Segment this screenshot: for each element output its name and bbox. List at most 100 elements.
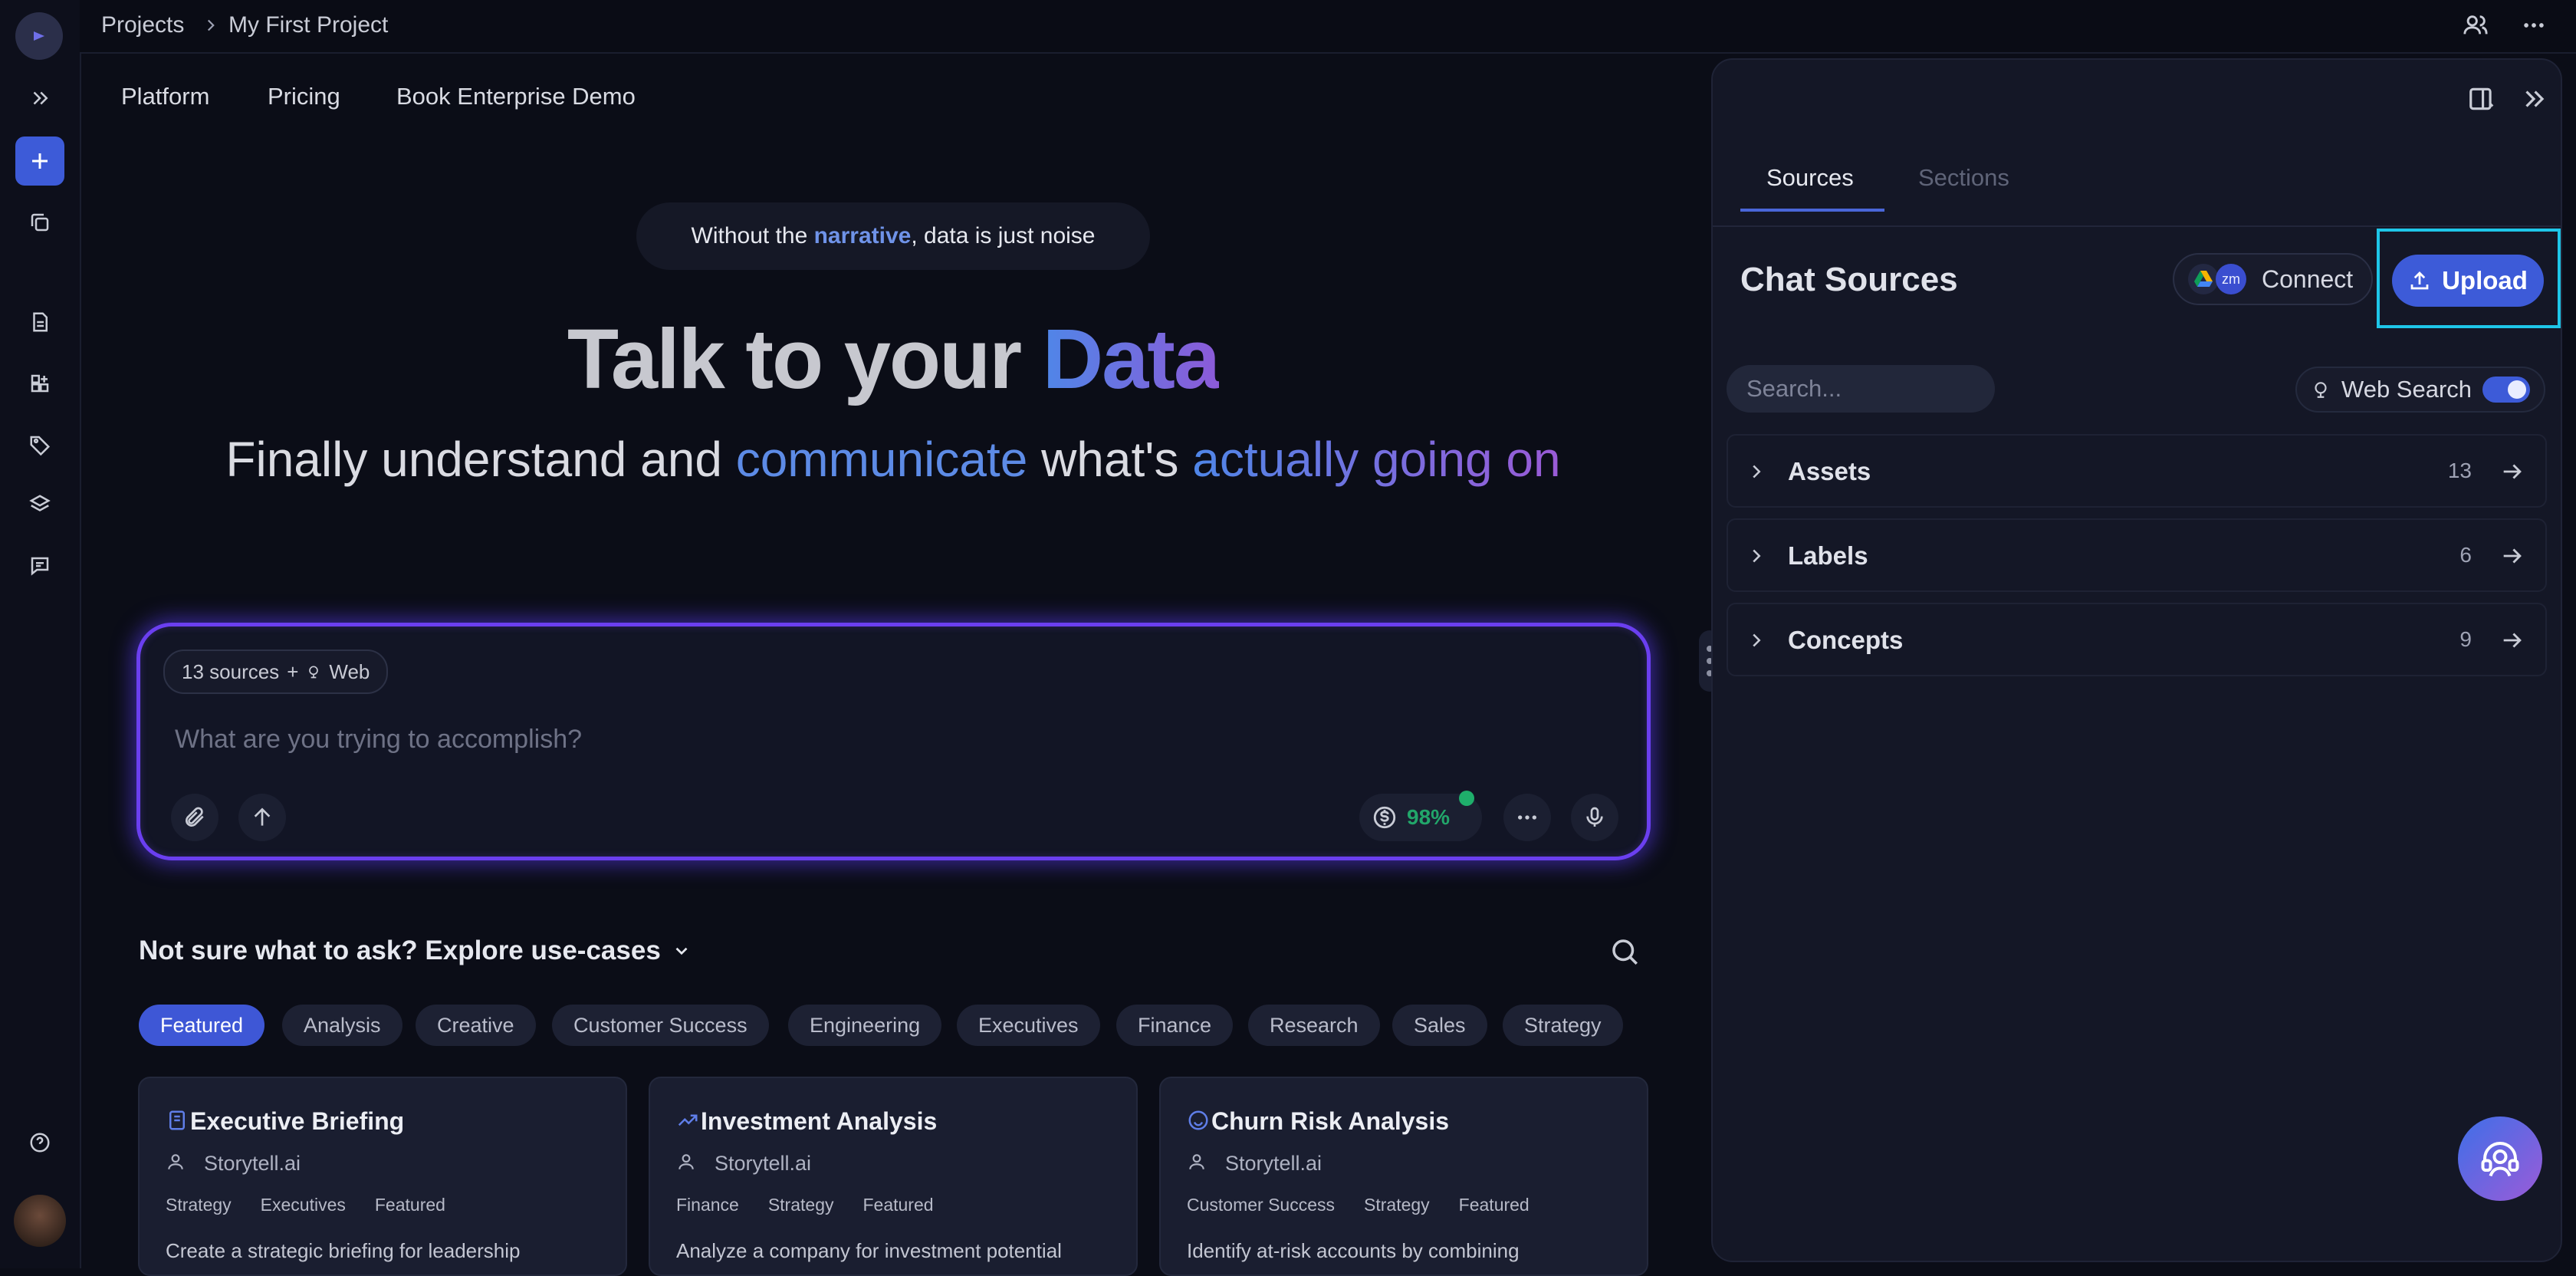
section-label: Assets: [1788, 457, 1871, 485]
tag-strategy[interactable]: Strategy: [1503, 1005, 1623, 1046]
usecase-card-investment-analysis[interactable]: Investment Analysis Storytell.ai Finance…: [649, 1077, 1138, 1276]
tag-executives[interactable]: Executives: [957, 1005, 1100, 1046]
expand-icon[interactable]: [21, 80, 58, 117]
section-concepts[interactable]: Concepts 9: [1727, 603, 2547, 676]
tag-analysis[interactable]: Analysis: [282, 1005, 402, 1046]
web-search-label: Web Search: [2341, 376, 2472, 403]
section-count: 6: [2459, 543, 2472, 567]
support-chat-button[interactable]: [2458, 1116, 2542, 1201]
tab-sections[interactable]: Sections: [1918, 164, 2009, 192]
tagline-text-2: , data is just noise: [911, 223, 1096, 248]
nav-pricing[interactable]: Pricing: [268, 83, 340, 110]
section-count: 9: [2459, 627, 2472, 651]
paperclip-icon: [182, 805, 207, 830]
arrow-right-icon[interactable]: [2499, 543, 2525, 569]
users-icon[interactable]: [2463, 12, 2489, 38]
card-author: Storytell.ai: [1225, 1152, 1322, 1175]
help-icon[interactable]: [21, 1124, 58, 1161]
connect-button[interactable]: zm Connect: [2173, 253, 2374, 305]
web-label: Web: [329, 659, 370, 683]
subheadline-part-1: Finally understand and: [225, 432, 736, 487]
ellipsis-icon: [1515, 805, 1539, 830]
card-author: Storytell.ai: [204, 1152, 301, 1175]
search-icon[interactable]: [1608, 936, 1641, 968]
tag-sales[interactable]: Sales: [1392, 1005, 1487, 1046]
card-tag: Strategy: [166, 1195, 232, 1215]
upload-icon: [2408, 269, 2431, 292]
more-button[interactable]: [1503, 794, 1551, 841]
card-title: Executive Briefing: [190, 1107, 405, 1135]
upload-button[interactable]: Upload: [2392, 255, 2544, 307]
card-title: Churn Risk Analysis: [1211, 1107, 1450, 1135]
tagline-pill: Without the narrative , data is just noi…: [636, 202, 1150, 270]
prompt-placeholder[interactable]: What are you trying to accomplish?: [175, 725, 582, 755]
google-drive-icon: [2188, 264, 2219, 294]
tag-customer-success[interactable]: Customer Success: [552, 1005, 769, 1046]
tagline-text-1: Without the: [691, 223, 814, 248]
arrow-right-icon[interactable]: [2499, 627, 2525, 653]
new-chat-button[interactable]: [15, 136, 64, 186]
subheadline-part-4: actually going on: [1192, 432, 1561, 487]
headset-icon: [2477, 1136, 2523, 1182]
user-avatar[interactable]: [14, 1195, 66, 1247]
usecase-card-executive-briefing[interactable]: Executive Briefing Storytell.ai Strategy…: [138, 1077, 627, 1276]
voice-button[interactable]: [1571, 794, 1618, 841]
tag-research[interactable]: Research: [1248, 1005, 1380, 1046]
tag-finance[interactable]: Finance: [1116, 1005, 1234, 1046]
tag-featured[interactable]: Featured: [139, 1005, 265, 1046]
send-button[interactable]: [238, 794, 286, 841]
connect-label: Connect: [2262, 265, 2354, 293]
usecase-card-churn-risk[interactable]: Churn Risk Analysis Storytell.ai Custome…: [1159, 1077, 1648, 1276]
active-tab-indicator: [1740, 209, 1884, 212]
toggle-switch[interactable]: [2482, 377, 2531, 403]
card-tag: Customer Success: [1187, 1195, 1336, 1215]
collapse-panel-icon[interactable]: [2519, 84, 2548, 113]
section-labels[interactable]: Labels 6: [1727, 518, 2547, 592]
panel-layout-icon[interactable]: [2467, 84, 2496, 113]
dollar-icon: [1372, 804, 1398, 830]
tag-engineering[interactable]: Engineering: [788, 1005, 942, 1046]
user-icon: [1187, 1152, 1207, 1172]
card-tag: Strategy: [1364, 1195, 1430, 1215]
headline-accent: Data: [1042, 312, 1221, 406]
sources-search-input[interactable]: Search...: [1727, 365, 1995, 413]
arrow-right-icon[interactable]: [2499, 459, 2525, 485]
credit-indicator[interactable]: 98%: [1359, 791, 1482, 841]
sources-panel: Sources Sections Chat Sources zm Connect…: [1711, 58, 2562, 1262]
section-assets[interactable]: Assets 13: [1727, 434, 2547, 508]
microphone-icon: [1582, 805, 1607, 830]
app-logo[interactable]: [15, 12, 63, 60]
tag-creative[interactable]: Creative: [416, 1005, 536, 1046]
tab-divider: [1713, 225, 2561, 227]
globe-icon: [2311, 380, 2331, 400]
copy-icon[interactable]: [21, 204, 58, 241]
explore-dropdown[interactable]: Not sure what to ask? Explore use-cases: [139, 936, 692, 966]
nav-platform[interactable]: Platform: [121, 83, 209, 110]
chat-input-box[interactable]: 13 sources + Web What are you trying to …: [136, 623, 1651, 860]
web-search-toggle[interactable]: Web Search: [2295, 367, 2546, 413]
breadcrumb-projects[interactable]: Projects: [101, 12, 184, 38]
user-icon: [676, 1152, 696, 1172]
more-options-icon[interactable]: [2521, 12, 2547, 38]
section-count: 13: [2447, 459, 2472, 482]
integration-logos: zm: [2188, 264, 2246, 294]
status-dot: [1459, 791, 1474, 806]
layers-icon[interactable]: [21, 486, 58, 523]
tab-sources[interactable]: Sources: [1766, 164, 1854, 192]
card-tag: Executives: [260, 1195, 346, 1215]
explore-title: Not sure what to ask? Explore use-cases: [139, 936, 661, 965]
nav-book-demo[interactable]: Book Enterprise Demo: [396, 83, 636, 110]
chat-icon[interactable]: [21, 548, 58, 584]
sources-count: 13 sources: [182, 659, 280, 683]
chevron-right-icon: [201, 15, 221, 35]
document-icon: [166, 1109, 189, 1132]
attach-button[interactable]: [171, 794, 219, 841]
tagline-highlight: narrative: [813, 223, 912, 248]
subheadline-part-2: communicate: [735, 432, 1028, 487]
smiley-icon: [1187, 1109, 1210, 1132]
top-bar: Projects My First Project: [80, 0, 2576, 54]
card-tag: Featured: [374, 1195, 445, 1215]
breadcrumb-current[interactable]: My First Project: [228, 12, 388, 38]
subheadline-part-3: what's: [1027, 432, 1193, 487]
sources-chip[interactable]: 13 sources + Web: [163, 650, 389, 694]
